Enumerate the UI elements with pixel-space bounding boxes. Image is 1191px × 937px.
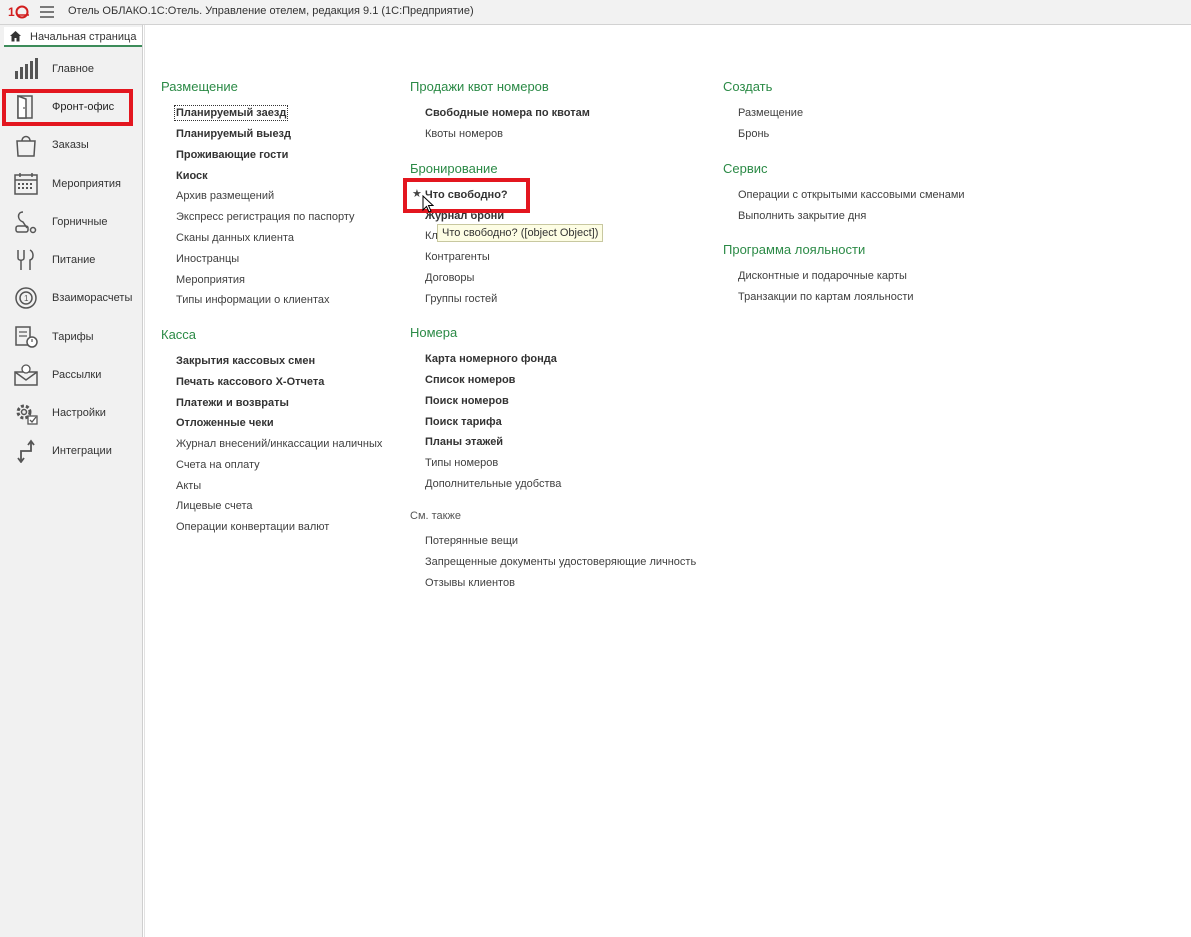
integration-icon <box>17 439 35 463</box>
section-title-rooms: Номера <box>410 325 458 340</box>
sidebar-item-food[interactable]: Питание <box>0 243 143 277</box>
link-booking-journal[interactable]: Журнал брони <box>425 210 504 222</box>
link-lost-items[interactable]: Потерянные вещи <box>425 535 518 547</box>
tooltip: Что свободно? ([object Object]) <box>437 224 604 242</box>
link-room-list[interactable]: Список номеров <box>425 374 515 386</box>
link-acts[interactable]: Акты <box>176 480 201 492</box>
sidebar-item-settings[interactable]: Настройки <box>0 396 143 430</box>
link-planned-departure[interactable]: Планируемый выезд <box>176 128 291 140</box>
link-discount-cards[interactable]: Дисконтные и подарочные карты <box>738 270 907 282</box>
sidebar-item-main[interactable]: Главное <box>0 52 143 86</box>
link-planned-arrival[interactable]: Планируемый заезд <box>173 105 289 121</box>
section-title-quota-sales: Продажи квот номеров <box>410 79 549 94</box>
link-open-shift-operations[interactable]: Операции с открытыми кассовыми сменами <box>738 189 965 201</box>
shopping-bag-icon <box>16 135 36 157</box>
link-loyalty-transactions[interactable]: Транзакции по картам лояльности <box>738 291 914 303</box>
link-placement-archive[interactable]: Архив размещений <box>176 190 274 202</box>
sidebar-item-housekeeping[interactable]: Горничные <box>0 205 143 239</box>
link-client-info-types[interactable]: Типы информации о клиентах <box>176 294 330 306</box>
sidebar-item-label: Главное <box>52 63 95 75</box>
link-contracts[interactable]: Договоры <box>425 272 474 284</box>
main-panel <box>144 25 1191 937</box>
sidebar-item-label: Мероприятия <box>52 178 121 190</box>
sidebar-item-tariffs[interactable]: Тарифы <box>0 320 143 354</box>
link-payments-refunds[interactable]: Платежи и возвраты <box>176 397 289 409</box>
link-x-report[interactable]: Печать кассового Х-Отчета <box>176 376 324 388</box>
link-events[interactable]: Мероприятия <box>176 274 245 286</box>
link-express-registration[interactable]: Экспресс регистрация по паспорту <box>176 211 355 223</box>
link-room-quotas[interactable]: Квоты номеров <box>425 128 503 140</box>
link-guest-groups[interactable]: Группы гостей <box>425 293 497 305</box>
svg-text:1: 1 <box>24 294 29 303</box>
link-tariff-search[interactable]: Поиск тарифа <box>425 416 502 428</box>
sidebar-item-mailings[interactable]: Рассылки <box>0 358 143 392</box>
home-tab-label: Начальная страница <box>30 31 137 43</box>
sidebar-item-label: Тарифы <box>52 331 94 343</box>
calendar-icon <box>14 173 38 195</box>
link-create-booking[interactable]: Бронь <box>738 128 769 140</box>
settlement-icon: 1 <box>15 287 37 309</box>
link-clients-partial[interactable]: Кл <box>425 230 438 242</box>
door-icon <box>17 95 33 119</box>
tariff-icon <box>15 326 38 348</box>
mail-icon <box>14 364 38 386</box>
home-tab[interactable]: Начальная страница <box>4 27 142 47</box>
link-whats-free[interactable]: Что свободно? <box>425 189 508 201</box>
link-counterparties[interactable]: Контрагенты <box>425 251 490 263</box>
sidebar: Начальная страница Главное Фронт-офис За… <box>0 25 143 937</box>
dining-icon <box>17 249 34 270</box>
link-cash-journal[interactable]: Журнал внесений/инкассации наличных <box>176 438 382 450</box>
link-room-types[interactable]: Типы номеров <box>425 457 498 469</box>
section-title-cash: Касса <box>161 327 197 342</box>
section-title-service: Сервис <box>723 161 768 176</box>
link-client-reviews[interactable]: Отзывы клиентов <box>425 577 515 589</box>
section-title-booking: Бронирование <box>410 161 498 176</box>
sidebar-item-label: Рассылки <box>52 369 102 381</box>
gear-icon <box>16 404 38 425</box>
sidebar-item-orders[interactable]: Заказы <box>0 128 143 162</box>
section-title-loyalty: Программа лояльности <box>723 242 866 257</box>
link-free-rooms-by-quota[interactable]: Свободные номера по квотам <box>425 107 590 119</box>
link-client-scans[interactable]: Сканы данных клиента <box>176 232 294 244</box>
section-title-create: Создать <box>723 79 773 94</box>
link-floor-plans[interactable]: Планы этажей <box>425 436 503 448</box>
link-room-search[interactable]: Поиск номеров <box>425 395 509 407</box>
svg-text:1: 1 <box>8 5 15 19</box>
link-room-map[interactable]: Карта номерного фонда <box>425 353 557 365</box>
link-invoices[interactable]: Счета на оплату <box>176 459 260 471</box>
section-title-placement: Размещение <box>161 79 238 94</box>
hamburger-menu-icon[interactable] <box>40 6 54 18</box>
sidebar-item-label: Взаиморасчеты <box>52 292 133 304</box>
link-forbidden-documents[interactable]: Запрещенные документы удостоверяющие лич… <box>425 556 696 568</box>
home-icon <box>10 31 21 42</box>
bar-chart-icon <box>15 58 38 79</box>
favorite-star-icon[interactable]: ★ <box>412 187 422 200</box>
mouse-cursor-icon <box>422 195 434 213</box>
link-currency-conversion[interactable]: Операции конвертации валют <box>176 521 329 533</box>
link-close-day[interactable]: Выполнить закрытие дня <box>738 210 866 222</box>
sidebar-item-events[interactable]: Мероприятия <box>0 167 143 201</box>
link-foreigners[interactable]: Иностранцы <box>176 253 239 265</box>
link-shift-closings[interactable]: Закрытия кассовых смен <box>176 355 315 367</box>
link-amenities[interactable]: Дополнительные удобства <box>425 478 561 490</box>
sidebar-item-label: Фронт-офис <box>52 101 115 113</box>
sidebar-item-label: Заказы <box>52 139 89 151</box>
title-bar: 1 Отель ОБЛАКО.1С:Отель. Управление отел… <box>0 0 1191 25</box>
link-personal-accounts[interactable]: Лицевые счета <box>176 500 252 512</box>
sidebar-item-label: Горничные <box>52 216 108 228</box>
link-create-placement[interactable]: Размещение <box>738 107 803 119</box>
vacuum-icon <box>15 211 37 234</box>
sidebar-item-integrations[interactable]: Интеграции <box>0 434 143 468</box>
link-current-guests[interactable]: Проживающие гости <box>176 149 288 161</box>
sidebar-item-front-office[interactable]: Фронт-офис <box>0 90 143 124</box>
app-title: Отель ОБЛАКО.1С:Отель. Управление отелем… <box>68 5 474 17</box>
sidebar-item-label: Интеграции <box>52 445 112 457</box>
link-kiosk[interactable]: Киоск <box>176 170 208 182</box>
section-title-see-also: См. также <box>410 510 461 522</box>
link-deferred-receipts[interactable]: Отложенные чеки <box>176 417 274 429</box>
1c-logo-icon: 1 <box>8 5 29 19</box>
sidebar-item-settlements[interactable]: 1 Взаиморасчеты <box>0 281 143 315</box>
sidebar-item-label: Питание <box>52 254 96 266</box>
sidebar-item-label: Настройки <box>52 407 106 419</box>
